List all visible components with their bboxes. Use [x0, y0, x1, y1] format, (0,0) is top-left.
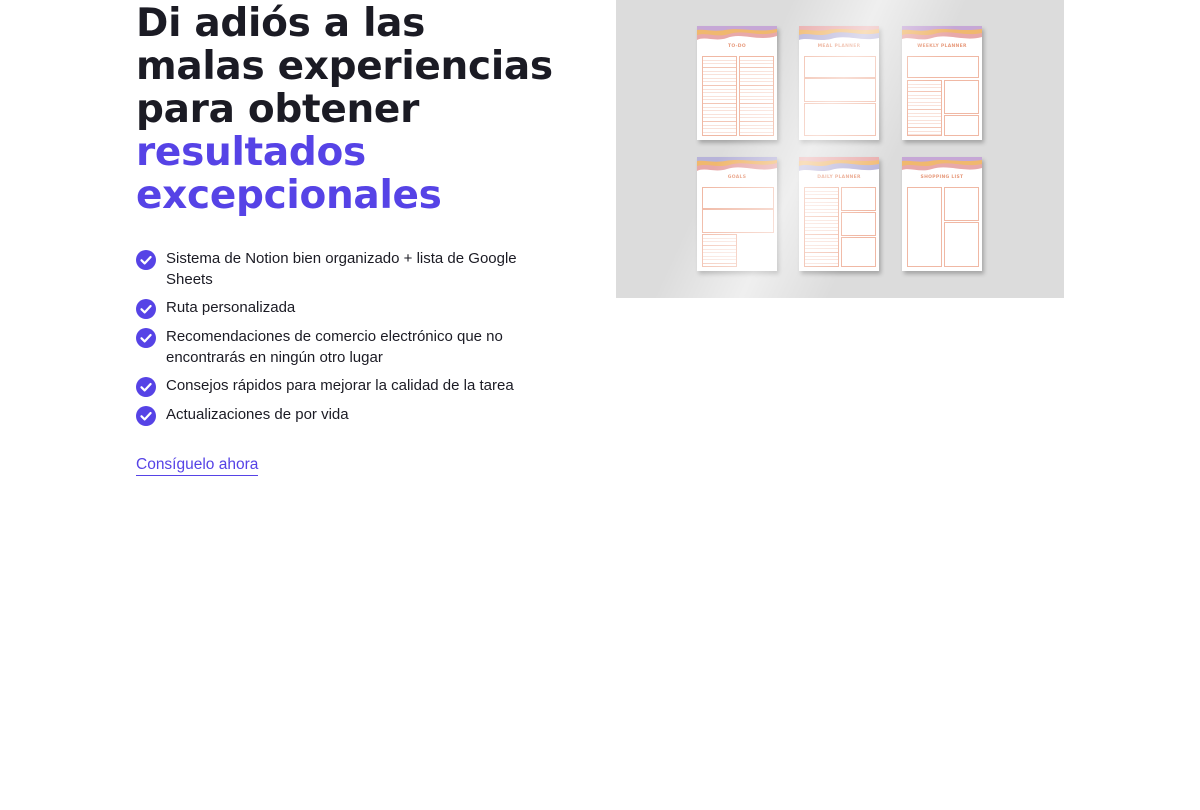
sheet-title: MEAL PLANNER — [817, 44, 861, 49]
headline-plain: Di adiós a las malas experiencias para o… — [136, 1, 553, 132]
feature-text: Recomendaciones de comercio electrónico … — [166, 328, 503, 366]
planner-sheet-goals: GOALS — [697, 157, 777, 271]
sheet-title: TO-DO — [728, 44, 746, 49]
sheet-title: GOALS — [727, 175, 747, 180]
get-it-now-link[interactable]: Consíguelo ahora — [136, 456, 259, 476]
check-circle-icon — [136, 328, 156, 348]
feature-text: Sistema de Notion bien organizado + list… — [166, 250, 517, 288]
page-headline: Di adiós a las malas experiencias para o… — [136, 0, 566, 217]
feature-list: Sistema de Notion bien organizado + list… — [136, 249, 566, 426]
sheet-title: WEEKLY PLANNER — [917, 44, 967, 49]
planner-sheet-daily: DAILY PLANNER — [799, 157, 879, 271]
feature-item: Actualizaciones de por vida — [136, 405, 566, 426]
sheet-title: SHOPPING LIST — [920, 175, 964, 180]
check-circle-icon — [136, 406, 156, 426]
headline-accent: resultados excepcionales — [136, 130, 442, 218]
feature-item: Ruta personalizada — [136, 298, 566, 319]
check-circle-icon — [136, 299, 156, 319]
check-circle-icon — [136, 377, 156, 397]
feature-text: Ruta personalizada — [166, 299, 296, 316]
planner-sheet-weekly: WEEKLY PLANNER — [902, 26, 982, 140]
planner-sheet-todo: TO-DO — [697, 26, 777, 140]
planner-sheet-shopping: SHOPPING LIST — [902, 157, 982, 271]
content-column: Di adiós a las malas experiencias para o… — [136, 0, 566, 476]
planner-mockup-image: TO-DO MEAL PLANNER WEEKLY PLANNER GOALS … — [616, 0, 1064, 298]
feature-item: Sistema de Notion bien organizado + list… — [136, 249, 566, 290]
planner-sheet-meal: MEAL PLANNER — [799, 26, 879, 140]
sheet-title: DAILY PLANNER — [817, 175, 861, 180]
feature-item: Recomendaciones de comercio electrónico … — [136, 327, 566, 368]
feature-text: Consejos rápidos para mejorar la calidad… — [166, 377, 514, 394]
feature-item: Consejos rápidos para mejorar la calidad… — [136, 376, 566, 397]
feature-text: Actualizaciones de por vida — [166, 406, 349, 423]
check-circle-icon — [136, 250, 156, 270]
